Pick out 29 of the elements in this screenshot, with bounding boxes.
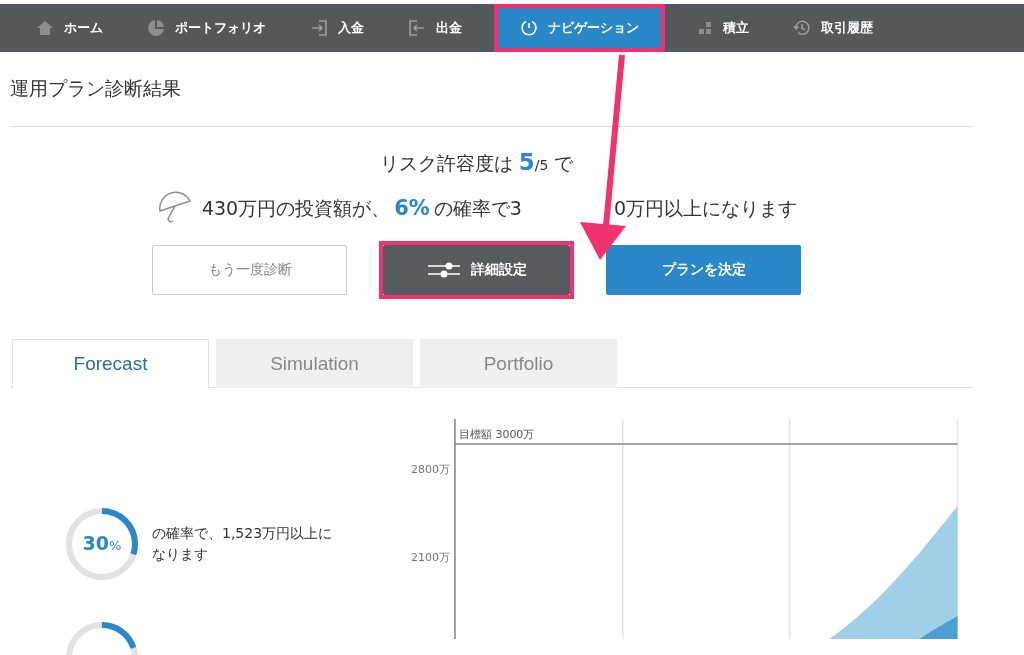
retry-button[interactable]: もう一度診断 [152,245,347,295]
pie-chart-icon [147,19,165,37]
page-title: 運用プラン診断結果 [10,76,182,101]
home-icon [36,20,54,36]
login-icon [310,19,328,37]
nav-item[interactable]: 入金 [298,4,376,52]
risk-score: 5 [518,149,535,175]
nav-item[interactable]: 出金 [396,4,474,52]
tab[interactable]: Forecast [12,339,209,388]
settings-button[interactable]: 詳細設定 [383,245,570,295]
risk-label: リスク許容度は [379,152,513,174]
gauge-icon [520,19,538,37]
forecast-text: 430万円の投資額が、 6% の確率で3 [201,196,522,222]
nav-item[interactable]: ホーム [24,4,115,52]
sliders-icon [426,261,461,279]
nav-item[interactable]: 積立 [685,4,761,52]
confirm-button[interactable]: プランを決定 [606,245,801,295]
nav-item[interactable]: 取引履歴 [781,4,885,52]
history-icon [793,19,811,37]
nav-item[interactable]: ポートフォリオ [135,4,278,52]
outcome-text: の確率で、1,523万円以上になります [152,524,334,564]
logout-icon [408,19,426,37]
forecast-text: 0万円以上になります [613,196,798,221]
forecast-chart-drawing: 目標額 3000万 2800万 2100万 [399,414,973,639]
blocks-icon [697,20,713,36]
risk-max: /5 [534,157,549,173]
nav-item[interactable]: ナビゲーション [494,4,665,52]
risk-suffix: で [554,152,574,174]
percent-value: 30% [81,532,123,554]
